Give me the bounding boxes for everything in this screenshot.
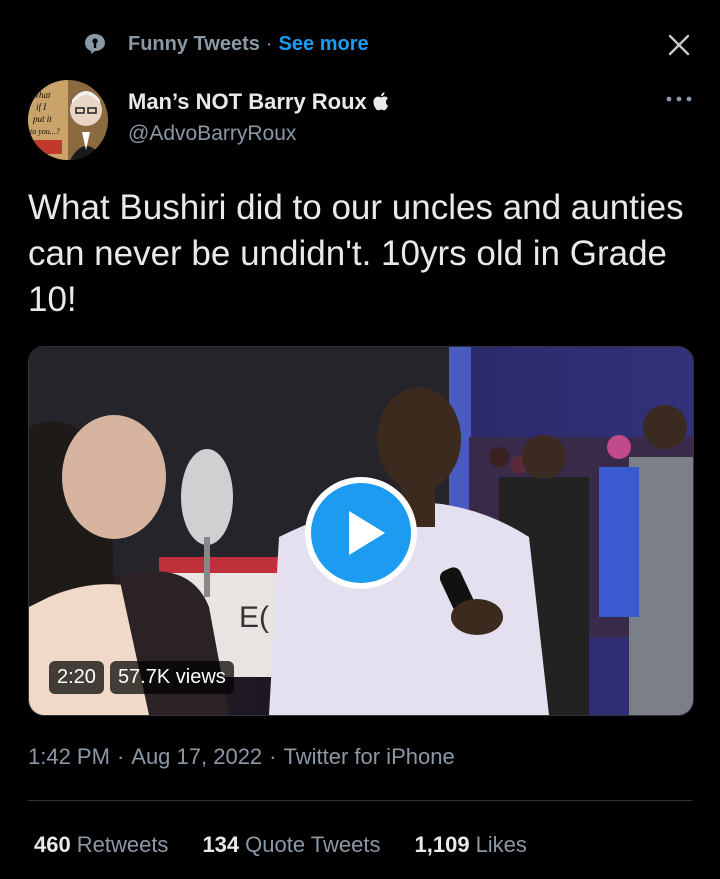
author-name[interactable]: Man’s NOT Barry Roux bbox=[128, 89, 389, 115]
video-metadata: 2:20 57.7K views bbox=[49, 661, 234, 694]
svg-text:what: what bbox=[33, 90, 51, 100]
engagement-stats: 460 Retweets 134 Quote Tweets 1,109 Likes bbox=[34, 832, 527, 858]
topic-label: Funny Tweets · See more bbox=[128, 33, 369, 56]
retweets-label: Retweets bbox=[76, 832, 169, 857]
author-handle[interactable]: @AdvoBarryRoux bbox=[128, 122, 296, 146]
tweet-text: What Bushiri did to our uncles and aunti… bbox=[28, 188, 684, 319]
meta-separator: · bbox=[116, 744, 125, 769]
likes-count: 1,109 bbox=[414, 832, 470, 857]
author-display-name: Man’s NOT Barry Roux bbox=[128, 89, 367, 114]
tweet-time[interactable]: 1:42 PM bbox=[28, 744, 110, 769]
topic-name[interactable]: Funny Tweets bbox=[128, 33, 260, 55]
likes-label: Likes bbox=[475, 832, 527, 857]
avatar[interactable]: what if I put it to you...? bbox=[28, 80, 108, 160]
tweet-date[interactable]: Aug 17, 2022 bbox=[131, 744, 262, 769]
video-duration: 2:20 bbox=[49, 661, 104, 694]
avatar-image: what if I put it to you...? bbox=[28, 80, 108, 160]
likes-stat[interactable]: 1,109 Likes bbox=[415, 832, 527, 858]
quote-tweets-label: Quote Tweets bbox=[245, 832, 381, 857]
retweets-stat[interactable]: 460 Retweets bbox=[34, 832, 168, 858]
quote-tweets-count: 134 bbox=[202, 832, 240, 857]
tweet-source[interactable]: Twitter for iPhone bbox=[284, 744, 455, 769]
more-icon[interactable] bbox=[664, 92, 694, 106]
author-row: what if I put it to you...? Man’s NOT Ba… bbox=[28, 80, 708, 170]
play-icon[interactable] bbox=[303, 475, 419, 591]
topic-separator: · bbox=[265, 33, 273, 55]
svg-text:put it: put it bbox=[32, 114, 52, 124]
meta-separator: · bbox=[269, 744, 277, 769]
retweets-count: 460 bbox=[34, 832, 71, 857]
video-player[interactable]: E( 2:20 57.7K views bbox=[28, 346, 694, 716]
topic-header: Funny Tweets · See more bbox=[0, 0, 720, 90]
apple-icon bbox=[373, 92, 388, 111]
quote-tweets-stat[interactable]: 134 Quote Tweets bbox=[202, 832, 380, 858]
topic-icon bbox=[85, 34, 105, 54]
svg-text:to you...?: to you...? bbox=[30, 127, 60, 136]
video-views: 57.7K views bbox=[109, 661, 234, 694]
svg-text:if I: if I bbox=[36, 102, 47, 112]
tweet-metadata: 1:42 PM · Aug 17, 2022 · Twitter for iPhone bbox=[28, 744, 455, 770]
see-more-link[interactable]: See more bbox=[279, 33, 369, 55]
close-icon[interactable] bbox=[664, 30, 694, 60]
svg-text:E(: E( bbox=[239, 601, 269, 634]
divider bbox=[28, 800, 692, 801]
